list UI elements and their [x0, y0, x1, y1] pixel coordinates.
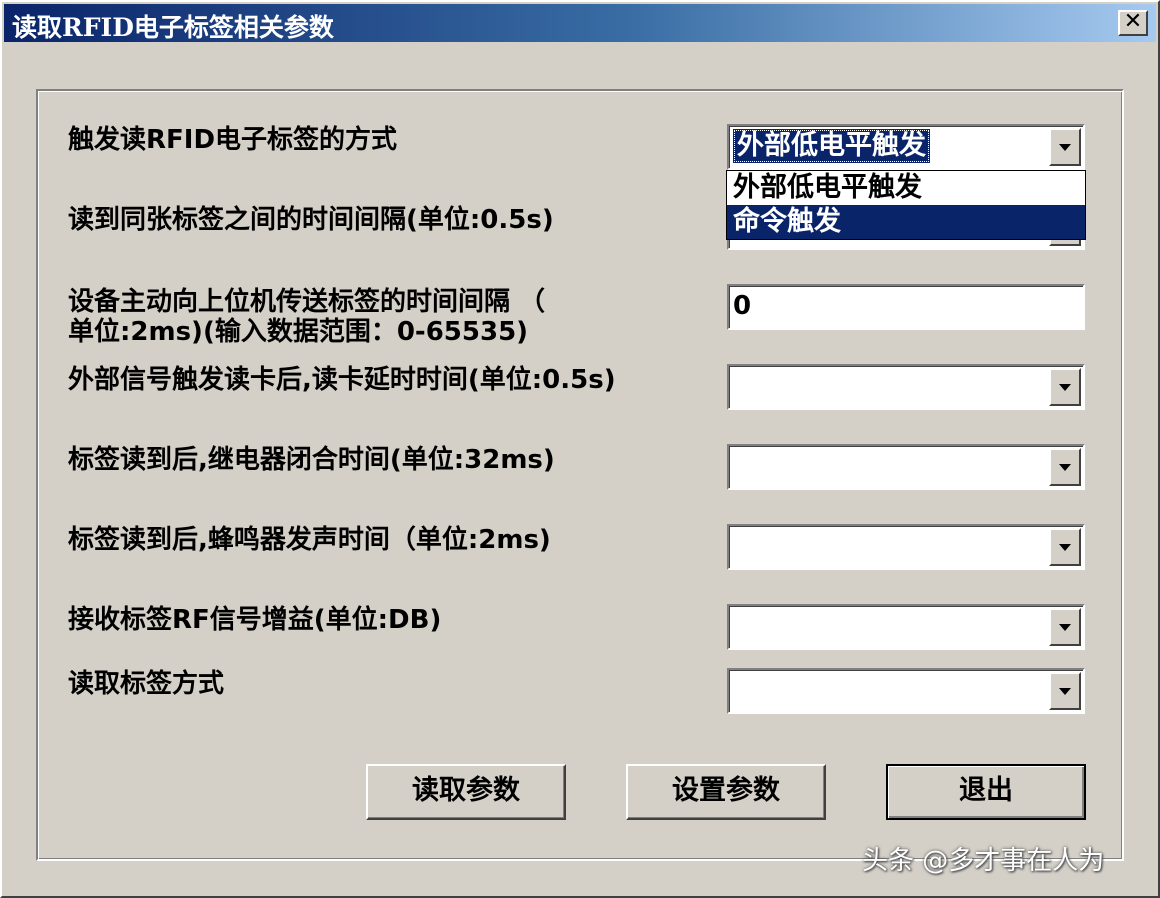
read-mode-label: 读取标签方式 [68, 669, 225, 699]
dropdown-option-command[interactable]: 命令触发 [727, 205, 1085, 239]
rf-gain-dropdown-button[interactable] [1049, 608, 1081, 646]
read-mode-dropdown-button[interactable] [1049, 672, 1081, 710]
read-delay-dropdown-button[interactable] [1049, 368, 1081, 406]
buzzer-time-dropdown-button[interactable] [1049, 528, 1081, 566]
relay-time-value [733, 449, 741, 483]
rf-gain-select[interactable] [727, 604, 1085, 650]
close-icon: ✕ [1123, 9, 1143, 34]
read-mode-value [733, 673, 741, 707]
relay-time-select[interactable] [727, 444, 1085, 490]
trigger-mode-label: 触发读RFID电子标签的方式 [68, 125, 398, 155]
upload-interval-label-line2: 单位:2ms)(输入数据范围：0-65535) [68, 317, 529, 347]
chevron-down-icon [1059, 624, 1071, 631]
trigger-mode-dropdown-list: 外部低电平触发 命令触发 [726, 170, 1086, 240]
buzzer-time-select[interactable] [727, 524, 1085, 570]
close-button[interactable]: ✕ [1118, 10, 1148, 36]
relay-time-dropdown-button[interactable] [1049, 448, 1081, 486]
exit-button[interactable]: 退出 [886, 764, 1086, 820]
set-params-button[interactable]: 设置参数 [626, 764, 826, 820]
trigger-mode-dropdown-button[interactable] [1049, 128, 1081, 166]
rf-gain-value [733, 609, 741, 643]
trigger-mode-value: 外部低电平触发 [733, 129, 930, 163]
read-mode-select[interactable] [727, 668, 1085, 714]
chevron-down-icon [1059, 464, 1071, 471]
relay-time-label: 标签读到后,继电器闭合时间(单位:32ms) [68, 445, 555, 475]
rf-gain-label: 接收标签RF信号增益(单位:DB) [68, 605, 442, 635]
upload-interval-label-line1: 设备主动向上位机传送标签的时间间隔 （ [68, 287, 546, 317]
trigger-mode-select[interactable]: 外部低电平触发 [727, 124, 1085, 170]
chevron-down-icon [1059, 384, 1071, 391]
same-tag-interval-label: 读到同张标签之间的时间间隔(单位:0.5s) [68, 205, 554, 235]
title-bar[interactable]: 读取RFID电子标签相关参数 ✕ [4, 4, 1156, 42]
read-delay-label: 外部信号触发读卡后,读卡延时时间(单位:0.5s) [68, 365, 616, 395]
buzzer-time-value [733, 529, 741, 563]
window-title: 读取RFID电子标签相关参数 [12, 13, 334, 42]
watermark: 头条 @多才事在人为 [862, 846, 1105, 876]
chevron-down-icon [1059, 688, 1071, 695]
chevron-down-icon [1059, 144, 1071, 151]
dropdown-option-external-low[interactable]: 外部低电平触发 [727, 171, 1085, 205]
read-params-button[interactable]: 读取参数 [366, 764, 566, 820]
chevron-down-icon [1059, 544, 1071, 551]
buzzer-time-label: 标签读到后,蜂鸣器发声时间（单位:2ms) [68, 525, 551, 555]
upload-interval-input[interactable]: 0 [727, 284, 1085, 330]
read-delay-select[interactable] [727, 364, 1085, 410]
read-delay-value [733, 369, 741, 403]
